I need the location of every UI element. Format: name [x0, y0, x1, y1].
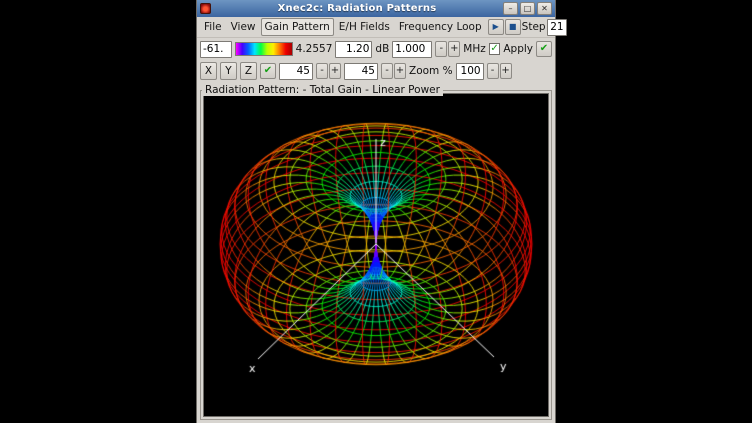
frequency-increment-button[interactable]: + [448, 41, 460, 57]
menu-item-view[interactable]: View [227, 18, 260, 36]
zoom-input[interactable] [456, 63, 484, 80]
axis-y-button[interactable]: Y [220, 62, 237, 80]
step-label: Step [522, 21, 546, 33]
apply-label: Apply [503, 43, 533, 55]
stop-icon: ■ [509, 22, 517, 31]
frequency-decrement-button[interactable]: - [435, 41, 447, 57]
check-icon: ✔ [540, 43, 548, 54]
mhz-unit-label: MHz [463, 43, 485, 55]
pattern-canvas[interactable] [203, 93, 549, 417]
app-icon [200, 3, 211, 14]
view-confirm-button[interactable]: ✔ [260, 63, 276, 79]
incline-decrement-button[interactable]: - [381, 63, 393, 79]
incline-input[interactable] [344, 63, 378, 80]
app-window: Xnec2c: Radiation Patterns – □ ✕ File Vi… [196, 0, 556, 423]
maximize-button[interactable]: □ [520, 2, 535, 15]
apply-confirm-button[interactable]: ✔ [536, 41, 552, 57]
zoom-increment-button[interactable]: + [500, 63, 512, 79]
window-titlebar: Xnec2c: Radiation Patterns – □ ✕ [197, 0, 555, 17]
rotate-increment-button[interactable]: + [329, 63, 341, 79]
menu-item-frequency-loop[interactable]: Frequency Loop [395, 18, 486, 36]
check-icon: ✔ [264, 65, 272, 76]
loop-stop-button[interactable]: ■ [505, 19, 521, 35]
minimize-button[interactable]: – [503, 2, 518, 15]
gain-colorscale [235, 42, 293, 56]
gain-min-input[interactable] [200, 41, 232, 58]
db-input[interactable] [335, 41, 372, 58]
menu-item-file[interactable]: File [200, 18, 226, 36]
window-title: Xnec2c: Radiation Patterns [214, 3, 500, 14]
play-icon: ▶ [493, 22, 499, 31]
gain-toolbar: 4.2557 dB - + MHz ✓ Apply ✔ [197, 38, 555, 60]
axis-z-button[interactable]: Z [240, 62, 257, 80]
zoom-decrement-button[interactable]: - [487, 63, 499, 79]
incline-increment-button[interactable]: + [394, 63, 406, 79]
view-toolbar: X Y Z ✔ - + - + Zoom % - + [197, 60, 555, 82]
apply-checkbox[interactable]: ✓ [489, 43, 501, 55]
menu-item-eh-fields[interactable]: E/H Fields [335, 18, 394, 36]
menu-item-gain-pattern[interactable]: Gain Pattern [261, 18, 334, 36]
gain-max-label: 4.2557 [296, 43, 333, 55]
rotate-input[interactable] [279, 63, 313, 80]
axis-x-button[interactable]: X [200, 62, 217, 80]
frequency-input[interactable] [392, 41, 432, 58]
db-unit-label: dB [375, 43, 389, 55]
pattern-frame-label: Radiation Pattern: - Total Gain - Linear… [202, 84, 443, 96]
zoom-label: Zoom % [409, 65, 453, 77]
close-button[interactable]: ✕ [537, 2, 552, 15]
menubar: File View Gain Pattern E/H Fields Freque… [197, 17, 555, 38]
step-input[interactable] [547, 19, 567, 36]
pattern-frame: Radiation Pattern: - Total Gain - Linear… [200, 90, 552, 420]
rotate-decrement-button[interactable]: - [316, 63, 328, 79]
loop-play-button[interactable]: ▶ [488, 19, 504, 35]
